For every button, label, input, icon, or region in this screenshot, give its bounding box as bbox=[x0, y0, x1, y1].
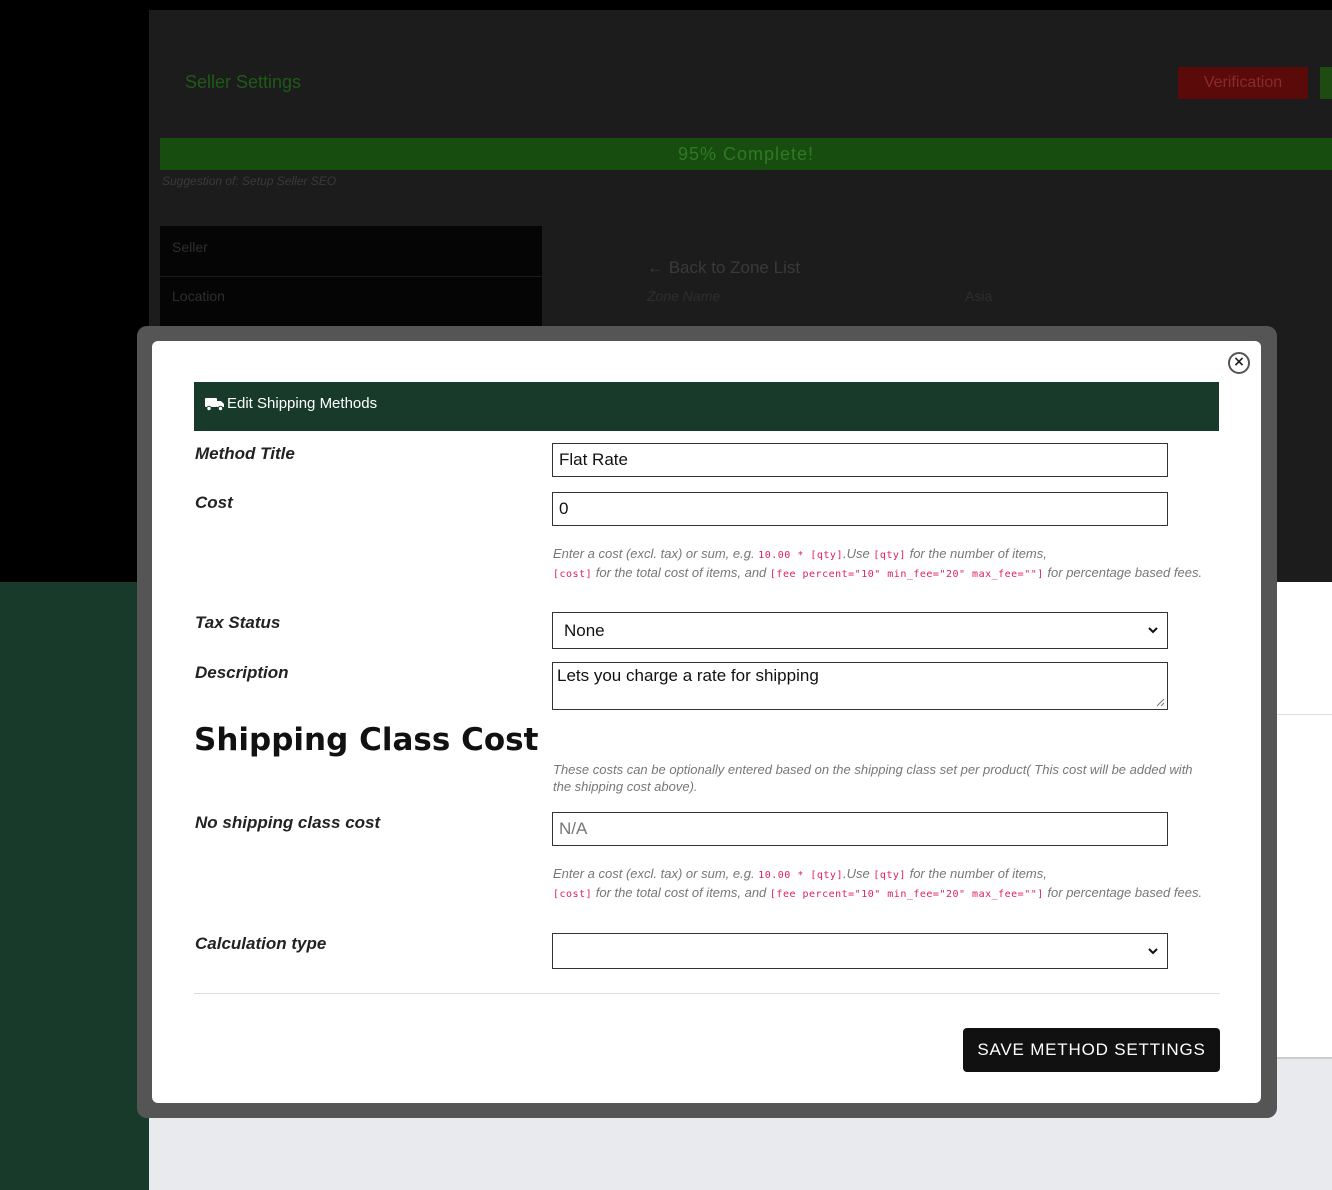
background-sidebar-item-location: Location bbox=[172, 288, 225, 304]
description-label: Description bbox=[195, 663, 289, 682]
background-sidebar-item-seller: Seller bbox=[172, 239, 208, 255]
cost-label: Cost bbox=[195, 493, 233, 512]
background-back-link: ← Back to Zone List bbox=[647, 258, 801, 277]
calculation-type-label: Calculation type bbox=[195, 934, 327, 953]
form-divider bbox=[194, 993, 1220, 994]
modal-header: Edit Shipping Methods bbox=[194, 382, 1219, 431]
save-method-settings-button[interactable]: SAVE METHOD SETTINGS bbox=[963, 1028, 1220, 1072]
calculation-type-select[interactable] bbox=[552, 933, 1168, 969]
background-left-panel bbox=[0, 0, 149, 582]
no-shipping-class-cost-input[interactable]: N/A bbox=[552, 812, 1168, 846]
method-title-input[interactable]: Flat Rate bbox=[552, 443, 1168, 477]
background-page-title: Seller Settings bbox=[185, 72, 302, 92]
shipping-class-cost-heading: Shipping Class Cost bbox=[194, 722, 539, 758]
background-suggestion-text: Suggestion of: Setup Seller SEO bbox=[162, 174, 337, 188]
background-progress-bar: 95% Complete! bbox=[160, 138, 1332, 170]
tax-status-label: Tax Status bbox=[195, 613, 281, 632]
background-zone-name-value: Asia bbox=[965, 288, 993, 304]
no-class-cost-help-text: Enter a cost (excl. tax) or sum, e.g. 10… bbox=[553, 866, 1203, 900]
tax-status-select[interactable]: None bbox=[552, 612, 1168, 649]
background-left-green-panel bbox=[0, 582, 149, 1190]
description-value: Lets you charge a rate for shipping bbox=[557, 666, 819, 685]
background-verification-button: Verification bbox=[1178, 67, 1308, 99]
cost-help-text: Enter a cost (excl. tax) or sum, e.g. 10… bbox=[553, 546, 1203, 580]
truck-icon bbox=[205, 398, 224, 411]
background-zone-name-label: Zone Name bbox=[647, 288, 721, 304]
chevron-down-icon bbox=[1148, 627, 1158, 634]
method-title-label: Method Title bbox=[195, 444, 295, 463]
chevron-down-icon bbox=[1148, 948, 1158, 955]
close-icon[interactable]: × bbox=[1228, 352, 1250, 374]
shipping-class-help-text: These costs can be optionally entered ba… bbox=[553, 762, 1193, 794]
cost-input[interactable]: 0 bbox=[552, 492, 1168, 526]
background-action-button bbox=[1320, 67, 1332, 99]
description-textarea[interactable]: Lets you charge a rate for shipping bbox=[552, 662, 1168, 710]
background-sidebar-divider bbox=[160, 276, 542, 277]
resize-handle-icon[interactable] bbox=[1156, 698, 1165, 707]
no-shipping-class-cost-label: No shipping class cost bbox=[195, 813, 381, 832]
tax-status-value: None bbox=[564, 621, 605, 640]
modal-title: Edit Shipping Methods bbox=[227, 395, 378, 412]
